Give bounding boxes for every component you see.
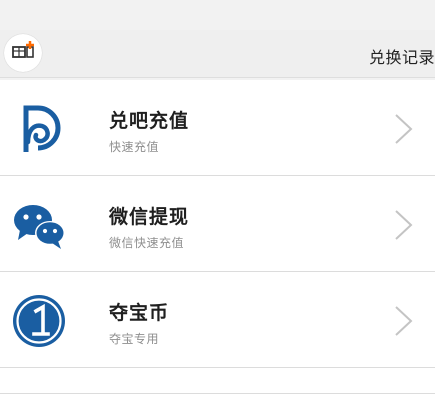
option-title: 夺宝币	[109, 302, 170, 324]
option-subtitle: 夺宝专用	[109, 332, 160, 346]
duiba-logo-icon	[23, 105, 61, 152]
option-subtitle: 微信快速充值	[109, 236, 185, 250]
option-title: 微信提现	[109, 206, 190, 228]
chevron-right-icon	[395, 114, 413, 144]
chevron-right-icon	[395, 306, 413, 336]
option-subtitle: 快速充值	[109, 140, 160, 154]
list-item	[0, 368, 435, 394]
option-title: 兑吧充值	[109, 110, 190, 132]
recharge-options-list: 兑吧充值 快速充值 微信提现 微信快速充值 夺宝币 夺宝专用	[0, 80, 435, 394]
back-button[interactable]	[4, 34, 42, 72]
coin-number-one-icon	[13, 295, 65, 347]
top-bar: 兑换记录	[0, 30, 435, 78]
option-duiba-recharge[interactable]: 兑吧充值 快速充值	[0, 80, 435, 176]
back-icon	[12, 41, 34, 58]
wechat-icon	[14, 205, 65, 249]
option-duobao-coin[interactable]: 夺宝币 夺宝专用	[0, 272, 435, 368]
option-wechat-withdraw[interactable]: 微信提现 微信快速充值	[0, 176, 435, 272]
exchange-record-link[interactable]: 兑换记录	[369, 44, 435, 68]
chevron-right-icon	[395, 210, 413, 240]
